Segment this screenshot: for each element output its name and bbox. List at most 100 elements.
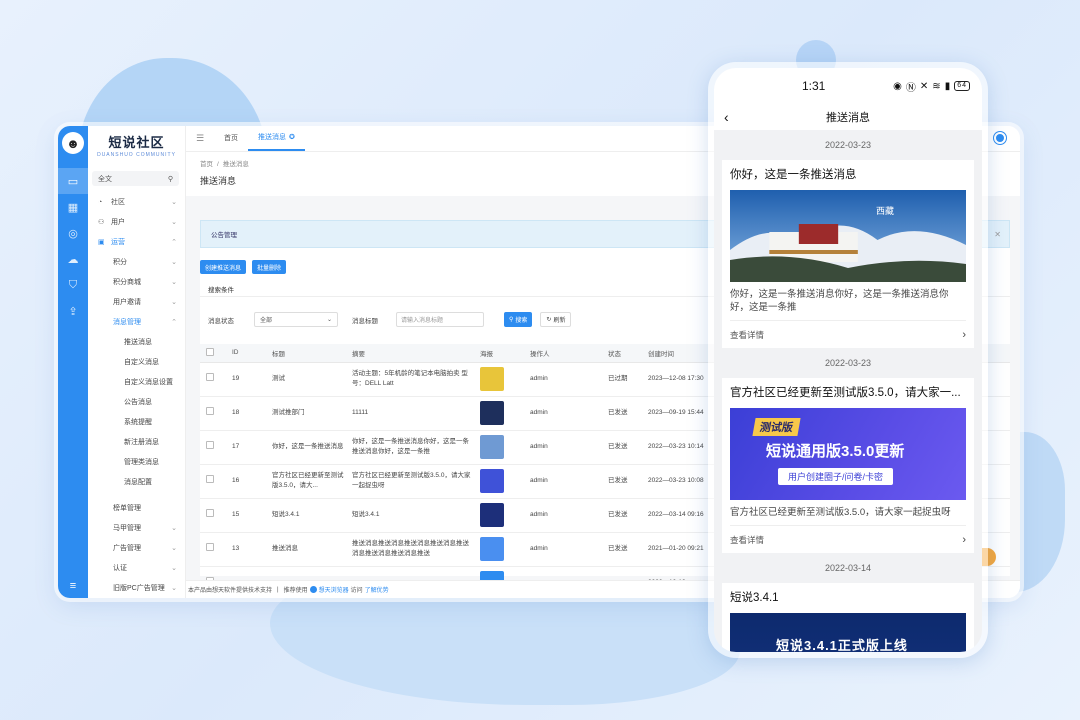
view-details-row[interactable]: 查看详情 › bbox=[730, 320, 966, 348]
poster-thumbnail[interactable] bbox=[480, 469, 504, 493]
row-checkbox[interactable] bbox=[206, 543, 214, 551]
cell-id: 15 bbox=[226, 498, 266, 533]
row-checkbox[interactable] bbox=[206, 509, 214, 517]
footer-text: 本产品由想天软件提供技术支持 bbox=[188, 588, 273, 594]
breadcrumb-home[interactable]: 首页 bbox=[200, 161, 213, 168]
tab-push-message[interactable]: 推送消息 ✪ bbox=[248, 126, 305, 151]
sidebar-item-announcement[interactable]: 公告消息 bbox=[88, 392, 185, 412]
sidebar-item-new-register[interactable]: 新注册消息 bbox=[88, 432, 185, 452]
cell-poster bbox=[474, 362, 524, 397]
image-caption: 西藏 bbox=[875, 207, 894, 217]
sidebar-item-custom-message-settings[interactable]: 自定义消息设置 bbox=[88, 372, 185, 392]
cell-select bbox=[200, 532, 226, 567]
cell-summary: 短说3.4.1 bbox=[346, 498, 474, 533]
sidebar-sub-label: 认证 bbox=[113, 565, 127, 572]
row-checkbox[interactable] bbox=[206, 407, 214, 415]
collapse-menu-icon[interactable]: ☰ bbox=[186, 126, 214, 151]
logo-title: 短说社区 bbox=[108, 136, 165, 151]
sidebar-item-push-message[interactable]: 推送消息 bbox=[88, 332, 185, 352]
chevron-down-icon: ⌄ bbox=[171, 259, 177, 266]
poster-thumbnail[interactable] bbox=[480, 537, 504, 561]
breadcrumb-current: 推送消息 bbox=[222, 161, 249, 168]
close-icon[interactable]: ✕ bbox=[994, 230, 1001, 239]
sidebar-sub-label: 消息管理 bbox=[113, 319, 141, 326]
row-checkbox[interactable] bbox=[206, 441, 214, 449]
sidebar-sub-invite[interactable]: 用户邀请 ⌄ bbox=[88, 292, 185, 312]
title-input[interactable]: 请输入消息标题 bbox=[396, 312, 484, 327]
search-placeholder: 全文 bbox=[98, 175, 112, 183]
user-badge-icon[interactable] bbox=[994, 132, 1006, 144]
browser-link[interactable]: 想天浏览器 bbox=[319, 585, 349, 594]
chevron-up-icon: ⌃ bbox=[171, 319, 177, 326]
close-icon[interactable]: ✪ bbox=[289, 133, 295, 141]
back-arrow-icon[interactable]: ‹ bbox=[724, 109, 729, 125]
logo: 短说社区 DUANSHUO COMMUNITY bbox=[88, 126, 185, 166]
wifi-icon: ≋ bbox=[932, 80, 942, 92]
bulk-delete-button[interactable]: 批量删除 bbox=[252, 260, 287, 274]
create-push-button[interactable]: 创建推送消息 bbox=[200, 260, 247, 274]
sidebar-item-operate[interactable]: ▣ 运营 ⌃ bbox=[88, 232, 185, 252]
chevron-right-icon: › bbox=[962, 533, 966, 546]
poster-thumbnail[interactable] bbox=[480, 435, 504, 459]
sidebar-search[interactable]: 全文 ⚲ bbox=[92, 171, 179, 186]
row-checkbox[interactable] bbox=[206, 373, 214, 381]
monitor-icon[interactable]: ▭ bbox=[58, 168, 88, 194]
phone-screen: 1:31 ◉ Ⓝ ✕ ≋ ▮ 64 ‹ 推送消息 2022-03-23 你好，这… bbox=[714, 68, 982, 652]
sidebar-item-message-config[interactable]: 消息配置 bbox=[88, 472, 185, 492]
sidebar-item-admin-message[interactable]: 管理类消息 bbox=[88, 452, 185, 472]
sidebar-sub-points-mall[interactable]: 积分商城 ⌄ bbox=[88, 272, 185, 292]
nfc-icon: Ⓝ bbox=[905, 82, 917, 94]
message-card[interactable]: 官方社区已经更新至测试版3.5.0，请大家一... 测试版 短说通用版3.5.0… bbox=[722, 378, 974, 553]
cell-id: 18 bbox=[226, 396, 266, 431]
user-icon: ⚇ bbox=[98, 219, 105, 226]
banner-title: 短说3.4.1正式版上线 bbox=[776, 638, 908, 652]
sidebar-item-user[interactable]: ⚇ 用户 ⌄ bbox=[88, 212, 185, 232]
cloud-upload-icon[interactable]: ⇪ bbox=[58, 298, 88, 324]
date-label: 2022-03-14 bbox=[824, 563, 872, 573]
cell-operator: admin bbox=[524, 430, 602, 465]
sidebar-item-verify[interactable]: 认证 ⌄ bbox=[88, 558, 185, 578]
cell-select bbox=[200, 498, 226, 533]
select-all-checkbox[interactable] bbox=[200, 344, 226, 363]
message-card[interactable]: 短说3.4.1 短说3.4.1正式版上线 bbox=[722, 583, 974, 652]
chevron-down-icon: ⌄ bbox=[171, 545, 177, 552]
view-details-link: 查看详情 bbox=[730, 534, 765, 545]
refresh-button[interactable]: ↻ 刷新 bbox=[540, 312, 572, 327]
poster-thumbnail[interactable] bbox=[480, 503, 504, 527]
search-button[interactable]: ⚲ 搜索 bbox=[504, 312, 533, 327]
footer-separator: | bbox=[277, 586, 279, 593]
cell-summary: 11111 bbox=[346, 396, 474, 431]
sidebar-item-label: 社区 bbox=[111, 199, 125, 206]
message-card[interactable]: 你好，这是一条推送消息 西藏 你好，这是一条推送消息你好，这是一条推送消息你好，… bbox=[722, 160, 974, 348]
avatar[interactable]: ☻ bbox=[62, 132, 84, 154]
sidebar-item-old-pc-ads[interactable]: 旧版PC广告管理 ⌄ bbox=[88, 578, 185, 598]
tab-home[interactable]: 首页 bbox=[214, 126, 248, 151]
sidebar-item-ads[interactable]: 广告管理 ⌄ bbox=[88, 538, 185, 558]
sidebar-item-custom-message[interactable]: 自定义消息 bbox=[88, 352, 185, 372]
cell-status: 已发送 bbox=[602, 464, 642, 499]
poster-thumbnail[interactable] bbox=[480, 401, 504, 425]
cell-select bbox=[200, 430, 226, 465]
sidebar-item-vest[interactable]: 马甲管理 ⌄ bbox=[88, 518, 185, 538]
sidebar-sub-points[interactable]: 积分 ⌄ bbox=[88, 252, 185, 272]
card-title: 官方社区已经更新至测试版3.5.0，请大家一... bbox=[730, 387, 961, 399]
chevron-down-icon: ⌄ bbox=[171, 299, 177, 306]
card-desc: 官方社区已经更新至测试版3.5.0，请大家一起捉虫呀 bbox=[730, 507, 951, 518]
sidebar-item-community[interactable]: ◔ 社区 ⌄ bbox=[88, 192, 185, 212]
footer-text: 访问 bbox=[350, 588, 363, 594]
status-select[interactable]: 全部 ⌄ bbox=[254, 312, 338, 327]
sidebar-item-system-reminder[interactable]: 系统提醒 bbox=[88, 412, 185, 432]
shield-icon[interactable]: ⛉ bbox=[58, 272, 88, 298]
globe-icon[interactable]: ◎ bbox=[58, 220, 88, 246]
footer-text: 推荐使用 bbox=[283, 588, 308, 594]
grid-icon[interactable]: ▦ bbox=[58, 194, 88, 220]
learn-more-link[interactable]: 了解优势 bbox=[365, 585, 389, 594]
view-details-row[interactable]: 查看详情 › bbox=[730, 525, 966, 553]
menu-icon[interactable]: ≡ bbox=[70, 580, 76, 592]
sidebar-item-ranking[interactable]: 榜单管理 bbox=[88, 498, 185, 518]
cell-summary: 官方社区已经更新至测试版3.5.0，请大家一起捉虫呀 bbox=[346, 464, 474, 499]
sidebar-sub-message[interactable]: 消息管理 ⌃ bbox=[88, 312, 185, 332]
poster-thumbnail[interactable] bbox=[480, 367, 504, 391]
cloud-icon[interactable]: ☁ bbox=[58, 246, 88, 272]
row-checkbox[interactable] bbox=[206, 475, 214, 483]
